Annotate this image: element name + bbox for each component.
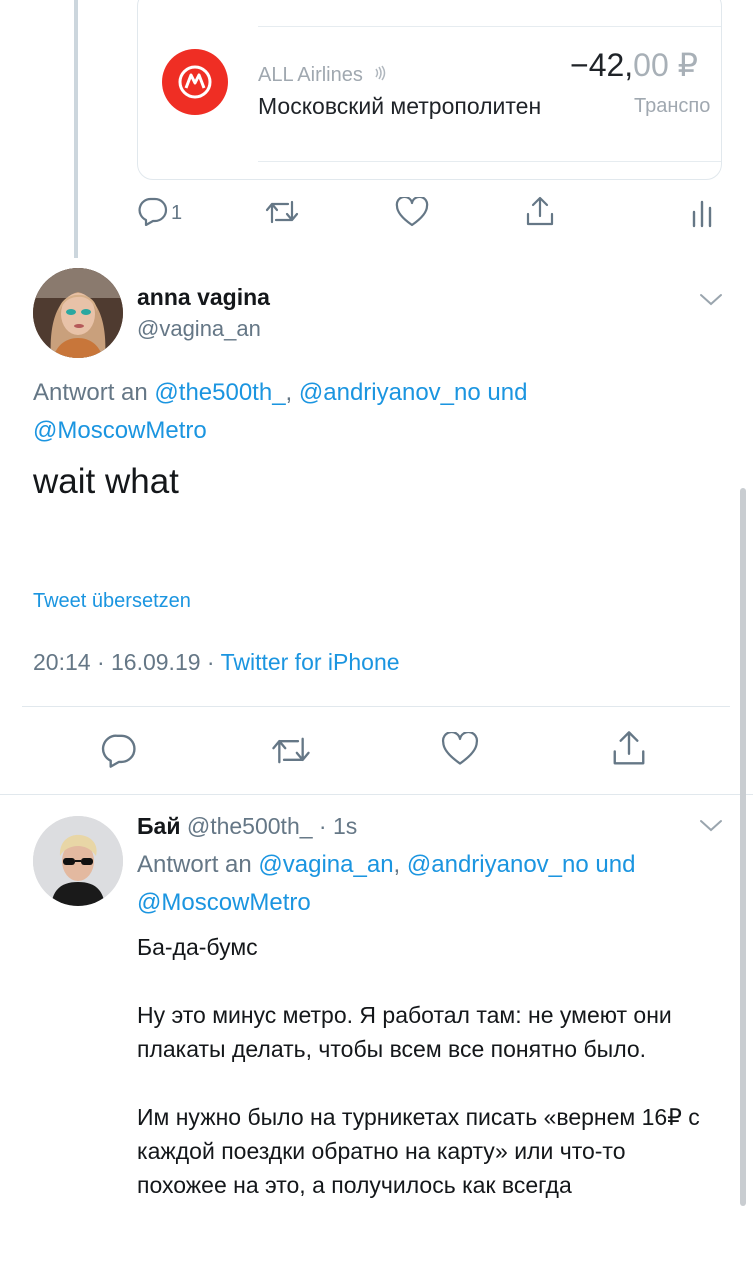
reply-prefix: Antwort an bbox=[137, 851, 259, 878]
source-link[interactable]: Twitter for iPhone bbox=[221, 649, 400, 675]
like-button[interactable] bbox=[441, 730, 479, 771]
reply-count: 1 bbox=[171, 202, 183, 224]
retweet-icon bbox=[270, 734, 312, 772]
tweet-text: wait what bbox=[33, 462, 179, 501]
amount-decimals: 00 ₽ bbox=[633, 47, 699, 83]
divider bbox=[0, 794, 753, 795]
mention-link[interactable]: @vagina_an bbox=[258, 851, 393, 878]
reply-button[interactable]: 1 bbox=[137, 196, 182, 231]
reply-button[interactable] bbox=[100, 732, 138, 773]
retweet-icon bbox=[264, 198, 300, 231]
thread-connector-line bbox=[74, 0, 78, 258]
mention-link[interactable]: @andriyanov_no bbox=[299, 379, 481, 406]
separator: , bbox=[285, 379, 299, 406]
mention-link[interactable]: @MoscowMetro bbox=[33, 417, 207, 444]
and-text[interactable]: und bbox=[481, 379, 527, 406]
share-icon bbox=[524, 196, 556, 233]
divider bbox=[22, 706, 730, 707]
mention-link[interactable]: @andriyanov_no bbox=[407, 851, 589, 878]
reply-prefix: Antwort an bbox=[33, 379, 155, 406]
embedded-image-card[interactable]: ALL Airlines Московский метрополитен −42… bbox=[137, 0, 722, 180]
metro-logo-icon bbox=[162, 49, 228, 115]
reply-text: Ба-да-бумс Ну это минус метро. Я работал… bbox=[137, 930, 707, 1236]
reply-icon bbox=[100, 732, 138, 773]
avatar[interactable] bbox=[33, 816, 123, 906]
amount-main: −42, bbox=[570, 47, 634, 83]
retweet-button[interactable] bbox=[264, 198, 300, 231]
share-icon bbox=[610, 730, 648, 773]
chevron-down-icon[interactable] bbox=[699, 292, 723, 308]
like-button[interactable] bbox=[395, 195, 429, 232]
reply-paragraph: Ба-да-бумс bbox=[137, 934, 258, 960]
like-icon bbox=[441, 730, 479, 771]
amount: −42,00 ₽ bbox=[570, 46, 698, 84]
analytics-button[interactable] bbox=[690, 198, 714, 233]
translate-link[interactable]: Tweet übersetzen bbox=[33, 590, 191, 613]
user-handle[interactable]: @vagina_an bbox=[137, 316, 261, 342]
chevron-down-icon[interactable] bbox=[699, 818, 723, 834]
mention-link[interactable]: @the500th_ bbox=[154, 379, 285, 406]
and-text[interactable]: und bbox=[589, 851, 635, 878]
retweet-button[interactable] bbox=[270, 734, 312, 772]
merchant-line: ALL Airlines bbox=[258, 64, 388, 87]
handle-and-time[interactable]: @the500th_ · 1s bbox=[180, 813, 357, 839]
display-name[interactable]: anna vagina bbox=[137, 284, 270, 311]
card-divider bbox=[258, 26, 721, 27]
reply-icon bbox=[137, 196, 169, 231]
display-name[interactable]: Бай bbox=[137, 813, 180, 839]
reply-paragraph: Ну это минус метро. Я работал там: не ум… bbox=[137, 1002, 672, 1062]
tweet-meta: 20:14 · 16.09.19 · Twitter for iPhone bbox=[33, 649, 400, 676]
category-label: Транспо bbox=[634, 95, 711, 117]
timestamp: 20:14 · 16.09.19 · bbox=[33, 649, 221, 675]
card-divider bbox=[258, 161, 721, 162]
share-button[interactable] bbox=[610, 730, 648, 773]
merchant-name: Московский метрополитен bbox=[258, 93, 542, 119]
reply-to-line: Antwort an @the500th_, @andriyanov_no un… bbox=[33, 374, 653, 450]
separator: , bbox=[393, 851, 407, 878]
reply-paragraph: Им нужно было на турникетах писать «верн… bbox=[137, 1104, 700, 1198]
avatar[interactable] bbox=[33, 268, 123, 358]
mention-link[interactable]: @MoscowMetro bbox=[137, 889, 311, 916]
scrollbar[interactable] bbox=[740, 488, 746, 1206]
like-icon bbox=[395, 195, 429, 232]
analytics-icon bbox=[690, 198, 714, 233]
share-button[interactable] bbox=[524, 196, 556, 233]
reply-header: Бай @the500th_ · 1s bbox=[137, 813, 357, 840]
reply-to-line: Antwort an @vagina_an, @andriyanov_no un… bbox=[137, 846, 697, 922]
contactless-icon bbox=[372, 64, 388, 87]
